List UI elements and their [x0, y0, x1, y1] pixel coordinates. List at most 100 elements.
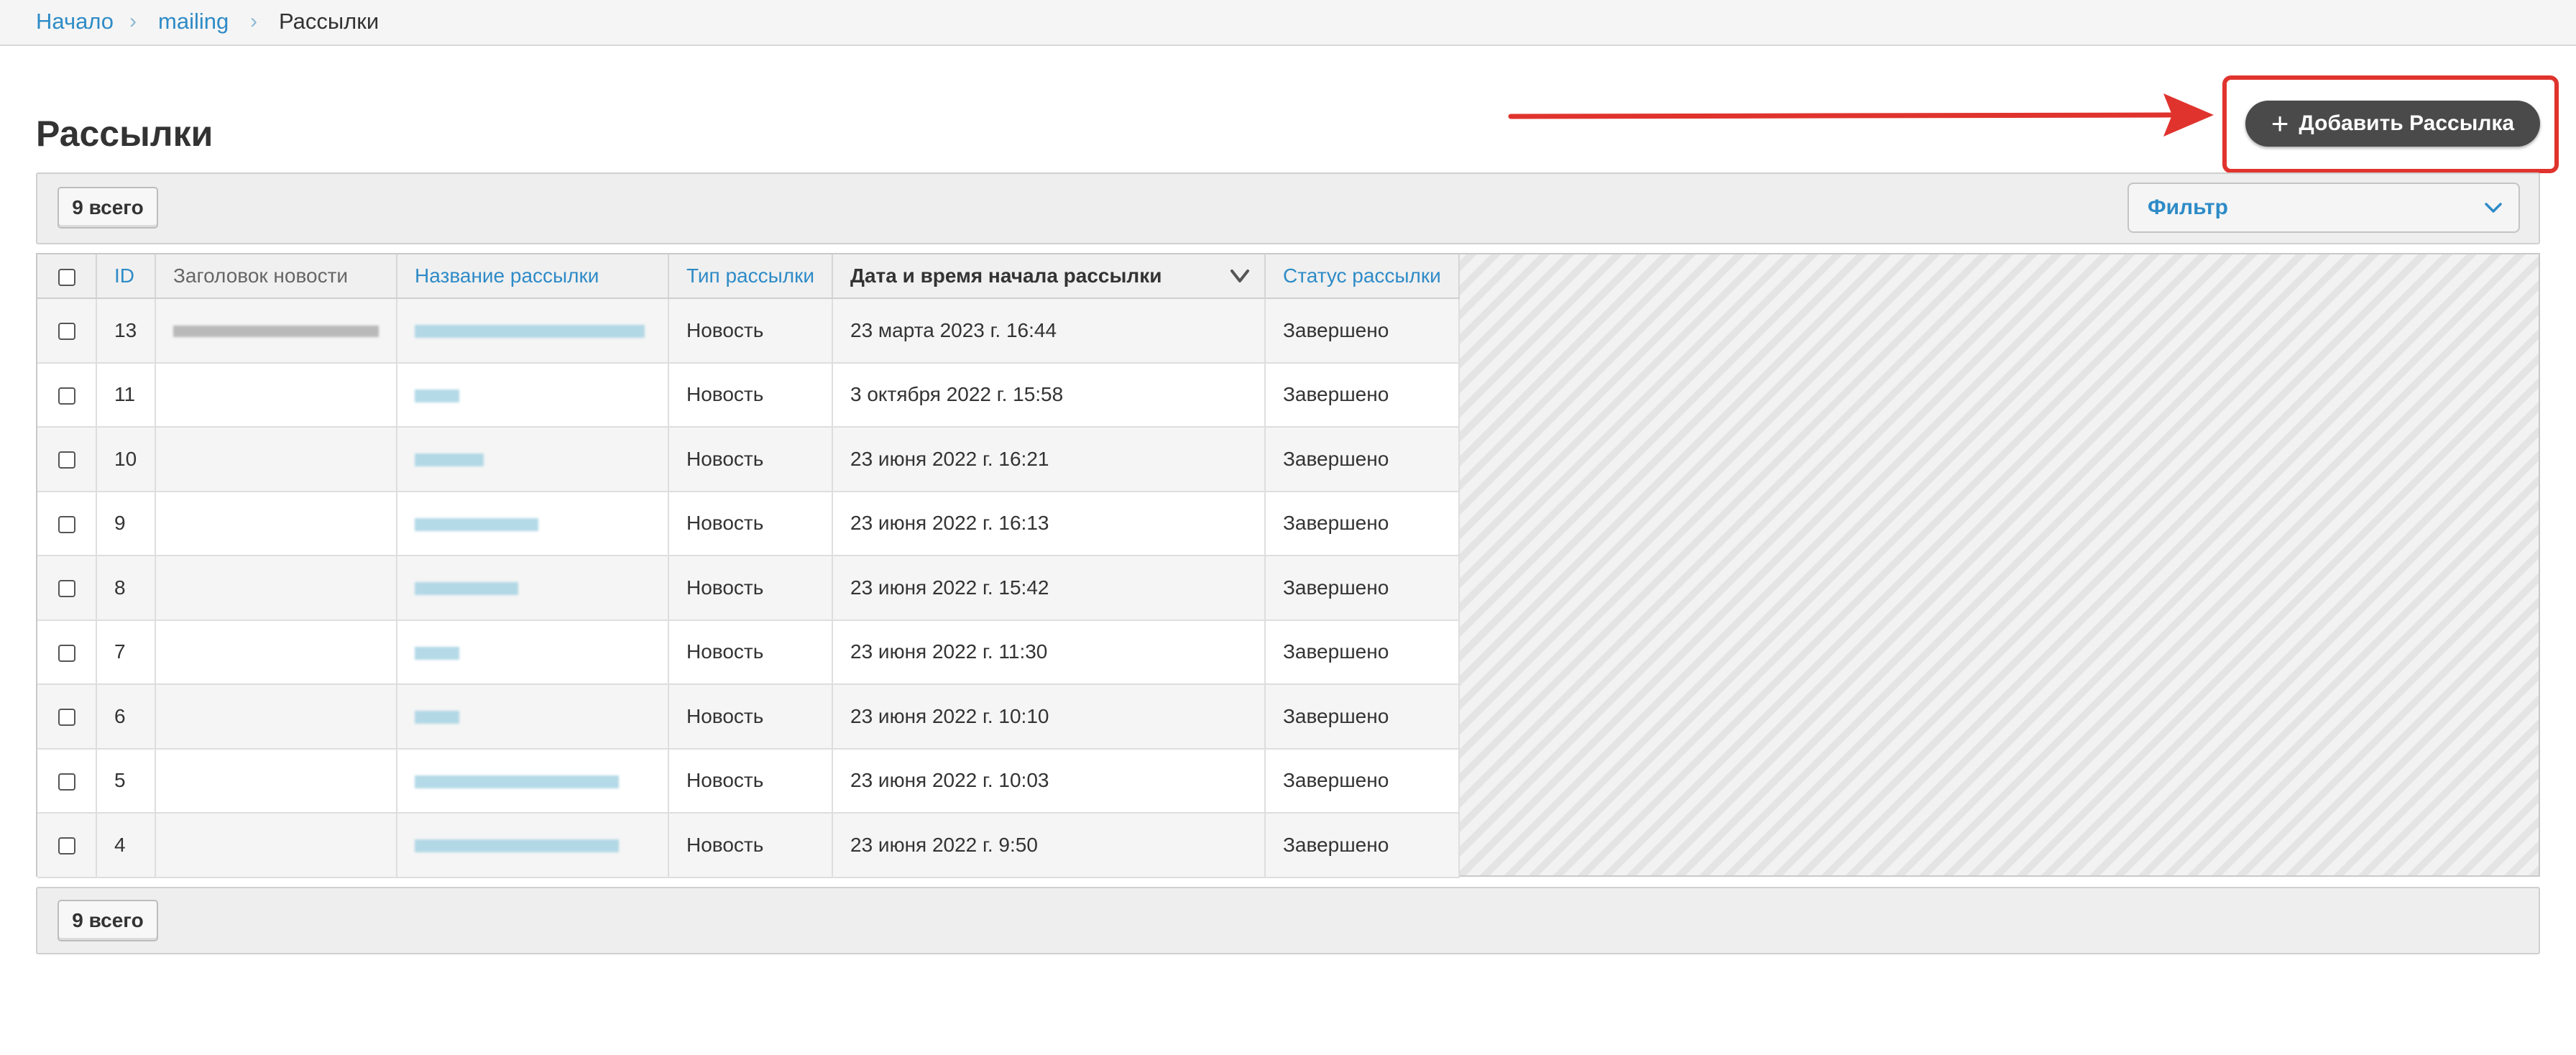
chevron-down-icon: [2485, 203, 2502, 213]
cell-status: Завершено: [1265, 491, 1460, 556]
redacted-link[interactable]: [415, 839, 619, 853]
redacted-link[interactable]: [415, 582, 518, 596]
cell-start-datetime: 23 июня 2022 г. 10:03: [832, 748, 1266, 814]
row-select-cell: [37, 427, 97, 492]
select-all-header: [37, 254, 97, 299]
redacted-link[interactable]: [415, 646, 459, 660]
cell-status: Завершено: [1265, 684, 1460, 750]
cell-id: 13: [96, 298, 156, 364]
table-row[interactable]: 7 Новость 23 июня 2022 г. 11:30 Завершено: [37, 619, 1460, 685]
cell-mailing-name: [397, 427, 669, 492]
cell-start-datetime: 23 июня 2022 г. 16:13: [832, 491, 1266, 556]
redacted-link[interactable]: [415, 325, 645, 338]
mailing-table: ID Заголовок новости Название рассылки Т…: [37, 254, 1460, 878]
cell-news-title: [155, 298, 397, 364]
add-mailing-button[interactable]: + Добавить Рассылка: [2245, 101, 2540, 147]
cell-status: Завершено: [1265, 619, 1460, 685]
plus-icon: +: [2271, 106, 2289, 140]
redacted-link[interactable]: [415, 711, 459, 724]
cell-mailing-name: [397, 556, 669, 621]
cell-status: Завершено: [1265, 362, 1460, 428]
select-all-checkbox[interactable]: [58, 268, 75, 286]
cell-status: Завершено: [1265, 556, 1460, 621]
column-header-news-title: Заголовок новости: [155, 254, 397, 299]
cell-status: Завершено: [1265, 298, 1460, 364]
cell-news-title: [155, 427, 397, 492]
breadcrumb-mailing-link[interactable]: mailing: [158, 9, 229, 34]
table-row[interactable]: 8 Новость 23 июня 2022 г. 15:42 Завершено: [37, 556, 1460, 621]
add-mailing-button-label: Добавить Рассылка: [2299, 111, 2515, 135]
table-row[interactable]: 4 Новость 23 июня 2022 г. 9:50 Завершено: [37, 813, 1460, 878]
cell-id: 10: [96, 427, 156, 492]
row-checkbox[interactable]: [58, 451, 75, 469]
row-checkbox[interactable]: [58, 580, 75, 598]
cell-mailing-type: Новость: [668, 298, 833, 364]
row-select-cell: [37, 813, 97, 878]
row-checkbox[interactable]: [58, 709, 75, 727]
breadcrumb-current: Рассылки: [279, 9, 380, 34]
cell-id: 11: [96, 362, 156, 428]
cell-mailing-name: [397, 362, 669, 428]
row-checkbox[interactable]: [58, 387, 75, 405]
redacted-link[interactable]: [415, 389, 459, 402]
cell-mailing-type: Новость: [668, 556, 833, 621]
annotation-arrow: [1508, 93, 2214, 137]
redacted-link[interactable]: [415, 775, 619, 788]
cell-mailing-name: [397, 684, 669, 750]
table-row[interactable]: 13 Новость 23 марта 2023 г. 16:44 Завершено: [37, 298, 1460, 364]
results-grid: ID Заголовок новости Название рассылки Т…: [36, 253, 2540, 878]
row-checkbox[interactable]: [58, 773, 75, 791]
cell-id: 5: [96, 748, 156, 814]
cell-mailing-type: Новость: [668, 619, 833, 685]
chevron-right-icon: ›: [250, 9, 257, 33]
cell-id: 4: [96, 813, 156, 878]
row-checkbox[interactable]: [58, 515, 75, 533]
cell-id: 9: [96, 491, 156, 556]
row-checkbox[interactable]: [58, 644, 75, 662]
cell-mailing-name: [397, 491, 669, 556]
cell-news-title: [155, 491, 397, 556]
cell-start-datetime: 23 июня 2022 г. 9:50: [832, 813, 1266, 878]
cell-mailing-name: [397, 298, 669, 364]
table-row[interactable]: 6 Новость 23 июня 2022 г. 10:10 Завершено: [37, 684, 1460, 750]
cell-start-datetime: 23 июня 2022 г. 10:10: [832, 684, 1266, 750]
column-header-mailing-name[interactable]: Название рассылки: [397, 254, 669, 299]
row-select-cell: [37, 684, 97, 750]
cell-mailing-type: Новость: [668, 491, 833, 556]
redacted-text: [173, 326, 379, 338]
filter-dropdown-label: Фильтр: [2148, 195, 2228, 219]
cell-news-title: [155, 748, 397, 814]
column-header-mailing-type[interactable]: Тип рассылки: [668, 254, 833, 299]
redacted-link[interactable]: [415, 517, 538, 531]
results-toolbar-top: 9 всего Фильтр: [36, 172, 2540, 244]
breadcrumb-home-link[interactable]: Начало: [36, 9, 114, 34]
row-select-cell: [37, 619, 97, 685]
cell-start-datetime: 23 марта 2023 г. 16:44: [832, 298, 1266, 364]
column-header-start-datetime[interactable]: Дата и время начала рассылки: [832, 254, 1266, 299]
column-header-start-datetime-label: Дата и время начала рассылки: [850, 264, 1162, 287]
cell-start-datetime: 23 июня 2022 г. 11:30: [832, 619, 1266, 685]
cell-mailing-type: Новость: [668, 684, 833, 750]
cell-news-title: [155, 362, 397, 428]
total-count-badge: 9 всего: [58, 187, 158, 229]
cell-status: Завершено: [1265, 813, 1460, 878]
row-select-cell: [37, 748, 97, 814]
row-checkbox[interactable]: [58, 323, 75, 341]
filter-dropdown[interactable]: Фильтр: [2128, 183, 2520, 233]
cell-mailing-name: [397, 619, 669, 685]
cell-news-title: [155, 684, 397, 750]
cell-start-datetime: 23 июня 2022 г. 15:42: [832, 556, 1266, 621]
table-row[interactable]: 5 Новость 23 июня 2022 г. 10:03 Завершено: [37, 748, 1460, 814]
column-header-status[interactable]: Статус рассылки: [1265, 254, 1460, 299]
column-header-id[interactable]: ID: [96, 254, 156, 299]
cell-start-datetime: 3 октября 2022 г. 15:58: [832, 362, 1266, 428]
row-checkbox[interactable]: [58, 837, 75, 855]
sort-desc-icon[interactable]: [1230, 266, 1250, 286]
table-row[interactable]: 10 Новость 23 июня 2022 г. 16:21 Завершено: [37, 427, 1460, 492]
cell-mailing-name: [397, 748, 669, 814]
row-select-cell: [37, 556, 97, 621]
redacted-link[interactable]: [415, 453, 484, 467]
table-row[interactable]: 11 Новость 3 октября 2022 г. 15:58 Завершен…: [37, 362, 1460, 428]
cell-mailing-type: Новость: [668, 748, 833, 814]
table-row[interactable]: 9 Новость 23 июня 2022 г. 16:13 Завершено: [37, 491, 1460, 556]
